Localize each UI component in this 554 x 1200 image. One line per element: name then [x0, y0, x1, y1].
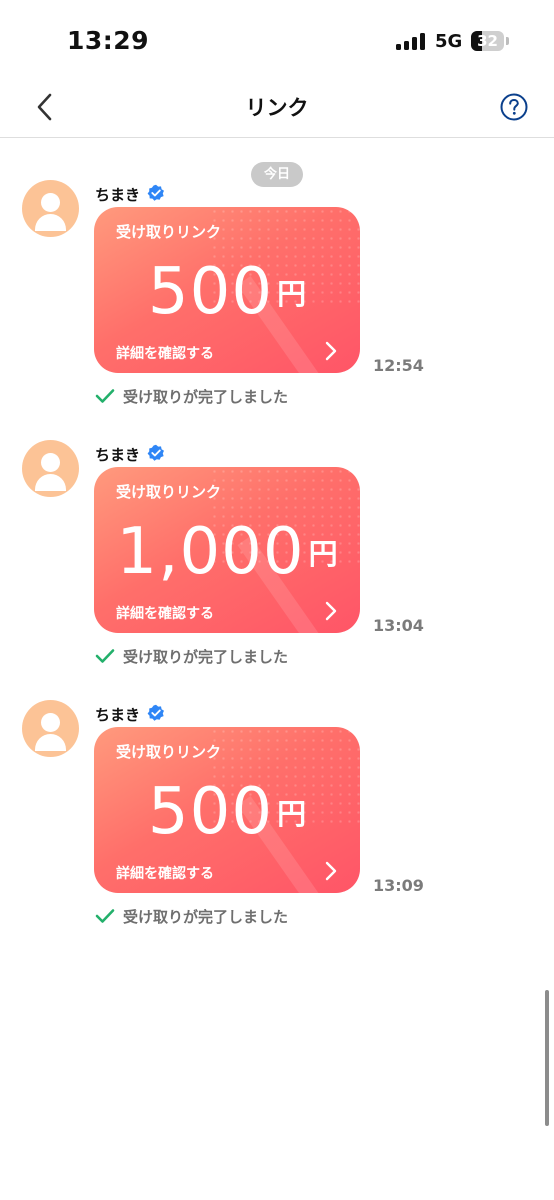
status-bar: 13:29 5G 32 — [0, 0, 554, 80]
checkmark-icon — [95, 389, 115, 403]
avatar-body — [35, 474, 66, 491]
question-circle-icon — [500, 93, 528, 121]
receive-link-card[interactable]: 受け取りリンク 1,000 円 詳細を確認する — [94, 467, 360, 633]
currency-label: 円 — [277, 277, 307, 311]
avatar[interactable] — [22, 700, 79, 757]
avatar-body — [35, 214, 66, 231]
avatar-body — [35, 734, 66, 751]
message-item: ちまき 受け取りリンク 1,000 円 詳細を確認する 13:04 受け取りが完了… — [0, 440, 554, 680]
message-time: 13:04 — [373, 616, 424, 635]
amount-display: 500 円 — [94, 255, 360, 329]
view-details-link[interactable]: 詳細を確認する — [116, 863, 214, 883]
chevron-right-icon — [325, 341, 337, 361]
status-time: 13:29 — [67, 26, 150, 55]
sender-name: ちまき — [95, 186, 141, 204]
checkmark-icon — [95, 649, 115, 663]
amount-value: 500 — [147, 775, 274, 849]
avatar-head — [41, 193, 60, 212]
avatar[interactable] — [22, 440, 79, 497]
avatar-head — [41, 453, 60, 472]
chevron-right-icon — [325, 601, 337, 621]
view-details-link[interactable]: 詳細を確認する — [116, 603, 214, 623]
amount-value: 500 — [147, 255, 274, 329]
message-time: 13:09 — [373, 876, 424, 895]
avatar[interactable] — [22, 180, 79, 237]
currency-label: 円 — [277, 797, 307, 831]
amount-value: 1,000 — [116, 515, 305, 589]
help-button[interactable] — [500, 93, 528, 121]
verified-badge-icon — [147, 704, 164, 721]
receive-link-card[interactable]: 受け取りリンク 500 円 詳細を確認する — [94, 207, 360, 373]
sender-name: ちまき — [95, 706, 141, 724]
avatar-head — [41, 713, 60, 732]
view-details-link[interactable]: 詳細を確認する — [116, 343, 214, 363]
battery-tip — [506, 37, 509, 45]
message-time: 12:54 — [373, 356, 424, 375]
card-title: 受け取りリンク — [116, 483, 222, 501]
receive-link-card[interactable]: 受け取りリンク 500 円 詳細を確認する — [94, 727, 360, 893]
card-title: 受け取りリンク — [116, 223, 222, 241]
card-title: 受け取りリンク — [116, 743, 222, 761]
scrollbar[interactable] — [545, 990, 549, 1126]
status-text: 受け取りが完了しました — [123, 648, 289, 666]
cellular-signal-icon — [396, 33, 430, 50]
message-item: ちまき 受け取りリンク 500 円 詳細を確認する 13:09 受け取りが完了しま… — [0, 700, 554, 940]
page-title: リンク — [245, 96, 309, 120]
amount-display: 500 円 — [94, 775, 360, 849]
sender-name: ちまき — [95, 446, 141, 464]
verified-badge-icon — [147, 184, 164, 201]
status-text: 受け取りが完了しました — [123, 388, 289, 406]
battery-icon: 32 — [471, 31, 504, 51]
battery-percent: 32 — [477, 32, 498, 50]
currency-label: 円 — [308, 537, 338, 571]
navigation-bar: リンク — [0, 80, 554, 138]
checkmark-icon — [95, 909, 115, 923]
message-item: ちまき 受け取りリンク 500 円 詳細を確認する 12:54 受け取りが完了しま… — [0, 180, 554, 420]
chevron-right-icon — [325, 861, 337, 881]
status-text: 受け取りが完了しました — [123, 908, 289, 926]
amount-display: 1,000 円 — [94, 515, 360, 589]
verified-badge-icon — [147, 444, 164, 461]
network-type: 5G — [435, 31, 463, 52]
